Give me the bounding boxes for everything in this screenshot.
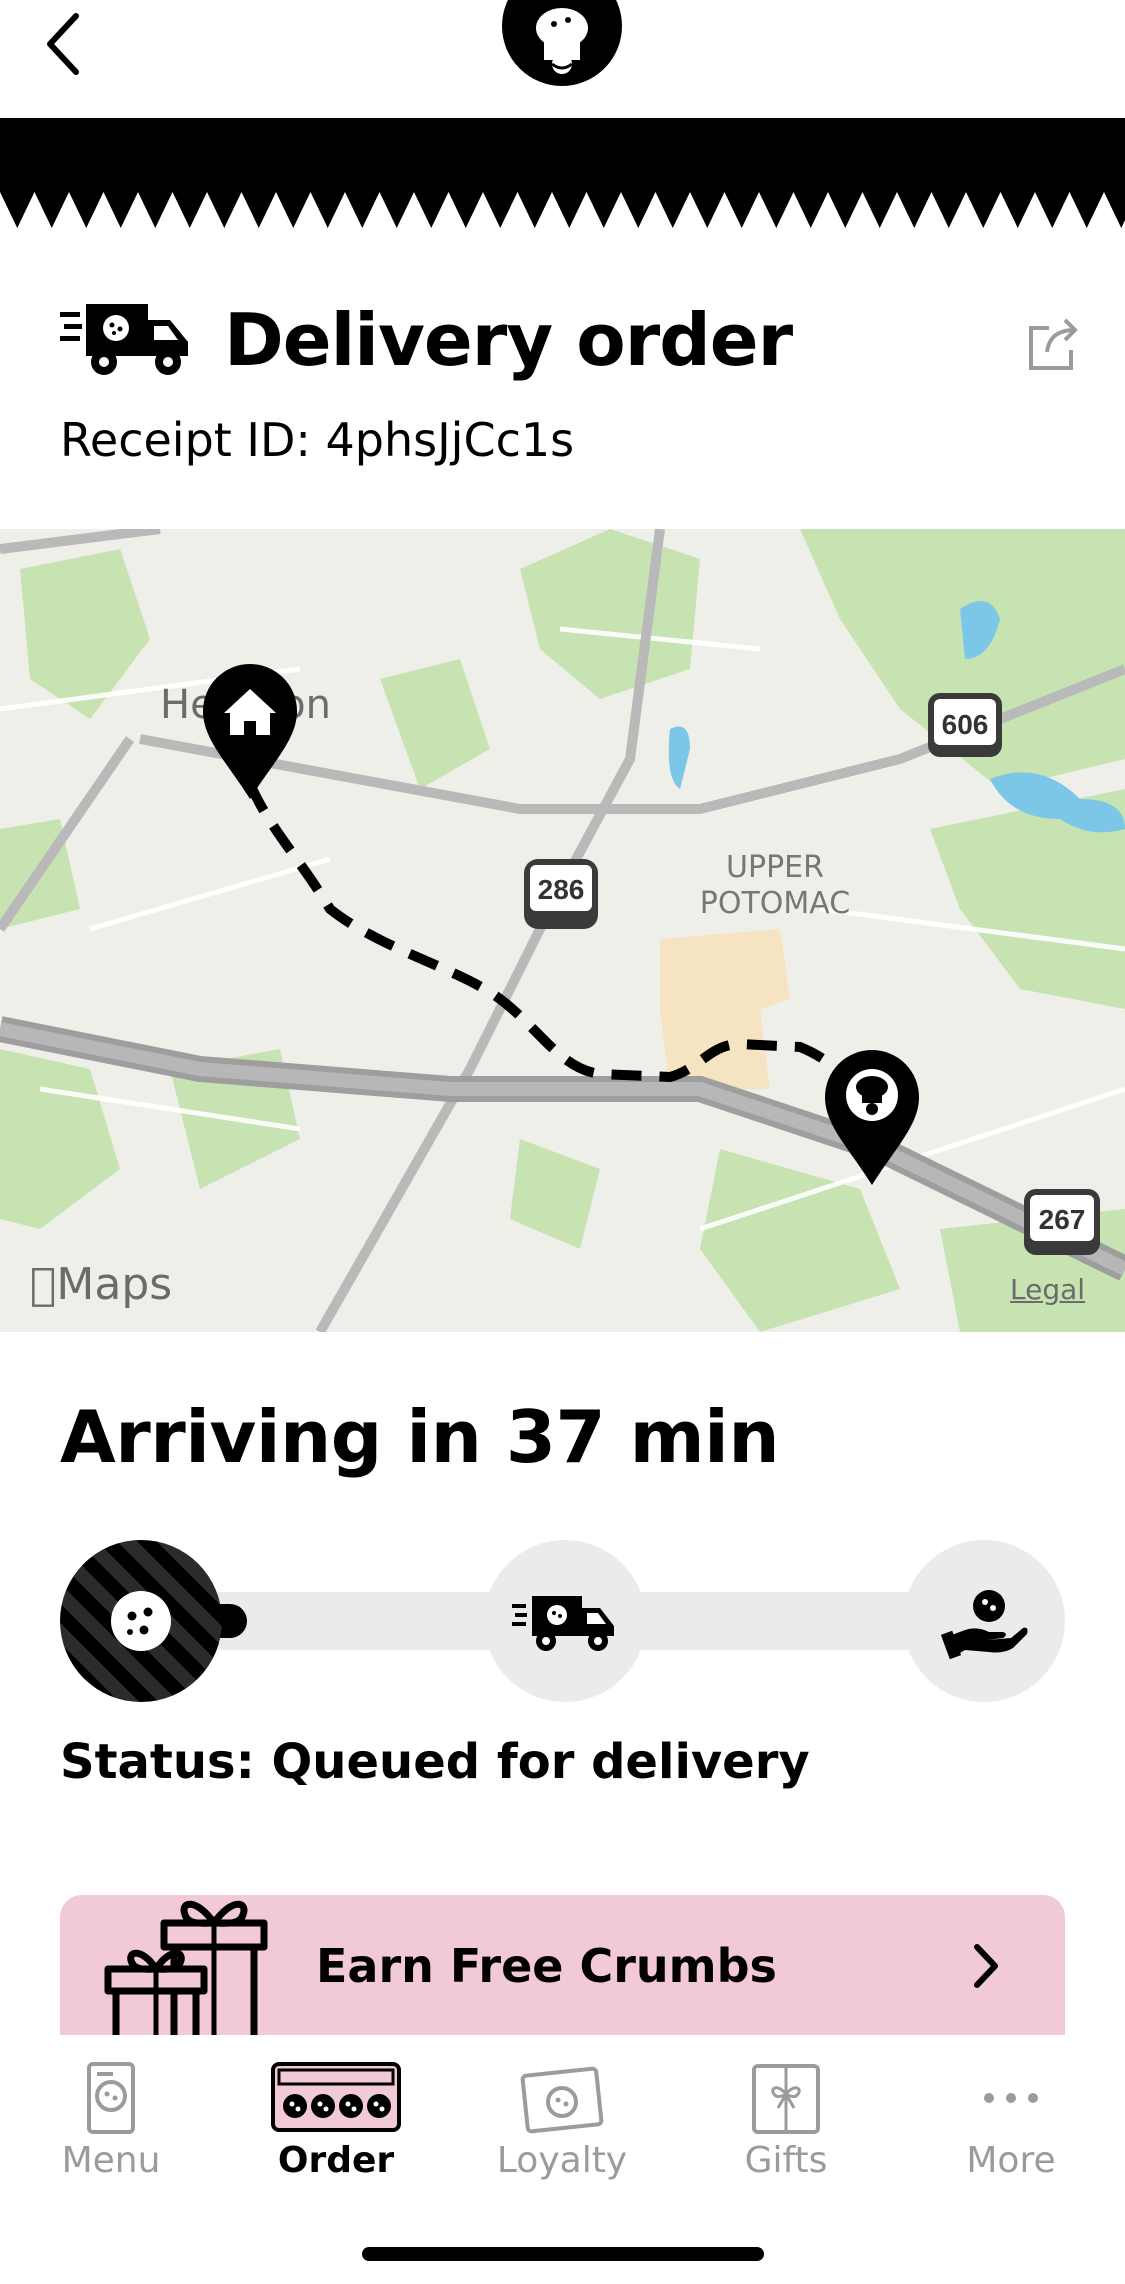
- home-indicator: [362, 2247, 764, 2261]
- earn-crumbs-label: Earn Free Crumbs: [316, 1939, 777, 1993]
- tab-gifts-label: Gifts: [744, 2140, 828, 2181]
- tab-menu[interactable]: Menu: [11, 2060, 211, 2210]
- area-label-upper: UPPER: [726, 850, 824, 885]
- area-label-potomac: POTOMAC: [700, 886, 850, 921]
- zigzag-banner: [0, 118, 1125, 228]
- tab-loyalty-label: Loyalty: [496, 2140, 628, 2181]
- arrival-time: Arriving in 37 min: [60, 1395, 780, 1479]
- delivery-status: Status: Queued for delivery: [60, 1734, 810, 1790]
- shield-286: 286: [538, 874, 585, 905]
- shield-267: 267: [1039, 1204, 1086, 1235]
- share-button[interactable]: [1025, 314, 1081, 374]
- tab-order-label: Order: [277, 2140, 395, 2181]
- tab-order[interactable]: Order: [236, 2060, 436, 2210]
- tab-menu-label: Menu: [61, 2140, 161, 2181]
- step-delivered: [903, 1540, 1065, 1702]
- cookie-icon: [111, 1591, 171, 1651]
- order-box-icon: [271, 2062, 401, 2132]
- delivery-truck-icon: [512, 1596, 614, 1651]
- more-icon: [984, 2093, 1038, 2103]
- maps-brand: Maps: [30, 1259, 172, 1310]
- tab-loyalty[interactable]: Loyalty: [462, 2060, 662, 2210]
- gift-card-icon: [752, 2064, 820, 2134]
- back-button[interactable]: [40, 6, 90, 76]
- chevron-right-icon: [974, 1944, 998, 1988]
- delivery-map[interactable]: 606 286 267 Herndon UPPER POTOMAC Maps …: [0, 529, 1125, 1332]
- tab-more-label: More: [966, 2140, 1056, 2181]
- page-title: Delivery order: [224, 298, 793, 382]
- share-icon: [1029, 318, 1078, 370]
- delivery-progress: [60, 1540, 1065, 1702]
- tab-more[interactable]: More: [911, 2060, 1111, 2210]
- shield-606: 606: [942, 709, 989, 740]
- map-legal-link[interactable]: Legal: [1010, 1273, 1085, 1306]
- hand-receive-icon: [940, 1590, 1028, 1660]
- gift-icon: [104, 1900, 268, 2035]
- menu-icon: [87, 2062, 135, 2134]
- app-header: [0, 0, 1125, 118]
- receipt-id: Receipt ID: 4phsJjCc1s: [60, 413, 575, 467]
- map-canvas: 606 286 267 Herndon UPPER POTOMAC: [0, 529, 1125, 1332]
- order-title-row: Delivery order: [60, 294, 1080, 394]
- earn-crumbs-banner[interactable]: Earn Free Crumbs: [60, 1895, 1065, 2035]
- home-pin-icon[interactable]: [203, 664, 297, 799]
- step-baking: [60, 1540, 222, 1702]
- step-on-the-way: [484, 1540, 646, 1702]
- tab-gifts[interactable]: Gifts: [686, 2060, 886, 2210]
- bottom-tab-bar: Menu Order Loyalty Gifts More: [0, 2035, 1125, 2284]
- delivery-truck-icon: [60, 304, 188, 375]
- chevron-left-icon: [47, 13, 79, 75]
- chef-cookie-logo: [502, 0, 622, 86]
- loyalty-icon: [520, 2066, 604, 2134]
